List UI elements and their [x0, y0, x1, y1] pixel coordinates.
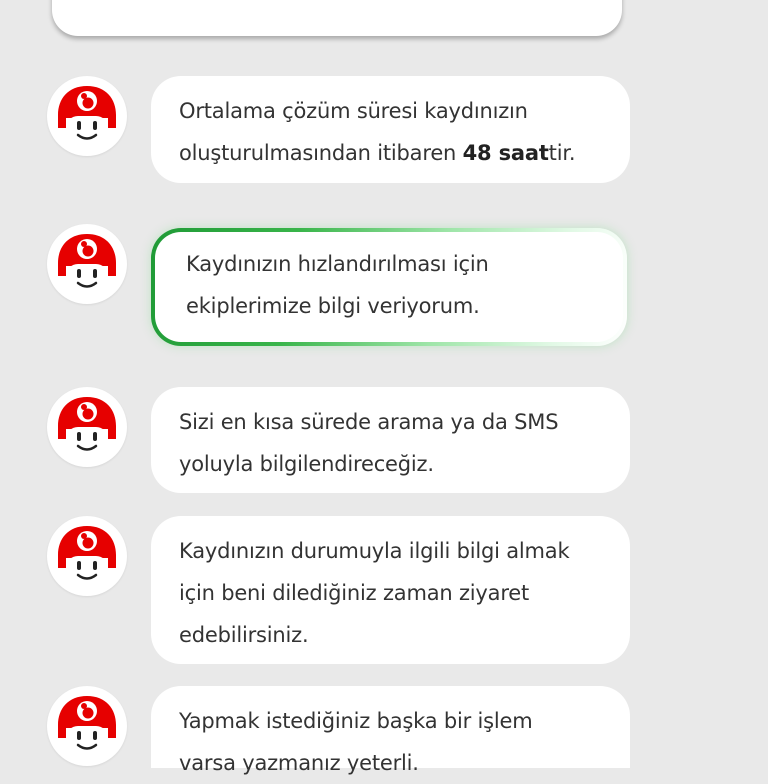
message-text: Kaydınızın hızlandırılması için ekipleri… — [186, 252, 489, 318]
chat-bubble: Yapmak istediğiniz başka bir işlem varsa… — [151, 686, 630, 775]
chat-bubble-highlighted: Kaydınızın hızlandırılması için ekipleri… — [151, 228, 627, 346]
tobi-assistant-icon — [47, 76, 127, 156]
previous-message-card — [52, 0, 622, 36]
message-text: Ortalama çözüm süresi kaydınızın oluştur… — [179, 99, 576, 165]
chat-bubble: Ortalama çözüm süresi kaydınızın oluştur… — [151, 76, 630, 183]
chat-bubble: Kaydınızın durumuyla ilgili bilgi almak … — [151, 516, 630, 664]
tobi-assistant-icon — [47, 516, 127, 596]
chat-bubble: Sizi en kısa sürede arama ya da SMS yolu… — [151, 387, 630, 493]
tobi-assistant-icon — [47, 686, 127, 766]
resolution-time: 48 saat — [462, 141, 549, 165]
message-text: Sizi en kısa sürede arama ya da SMS yolu… — [179, 410, 559, 476]
tobi-assistant-icon — [47, 224, 127, 304]
message-text: Kaydınızın durumuyla ilgili bilgi almak … — [179, 539, 570, 647]
message-text: Yapmak istediğiniz başka bir işlem varsa… — [179, 709, 533, 775]
tobi-assistant-icon — [47, 387, 127, 467]
